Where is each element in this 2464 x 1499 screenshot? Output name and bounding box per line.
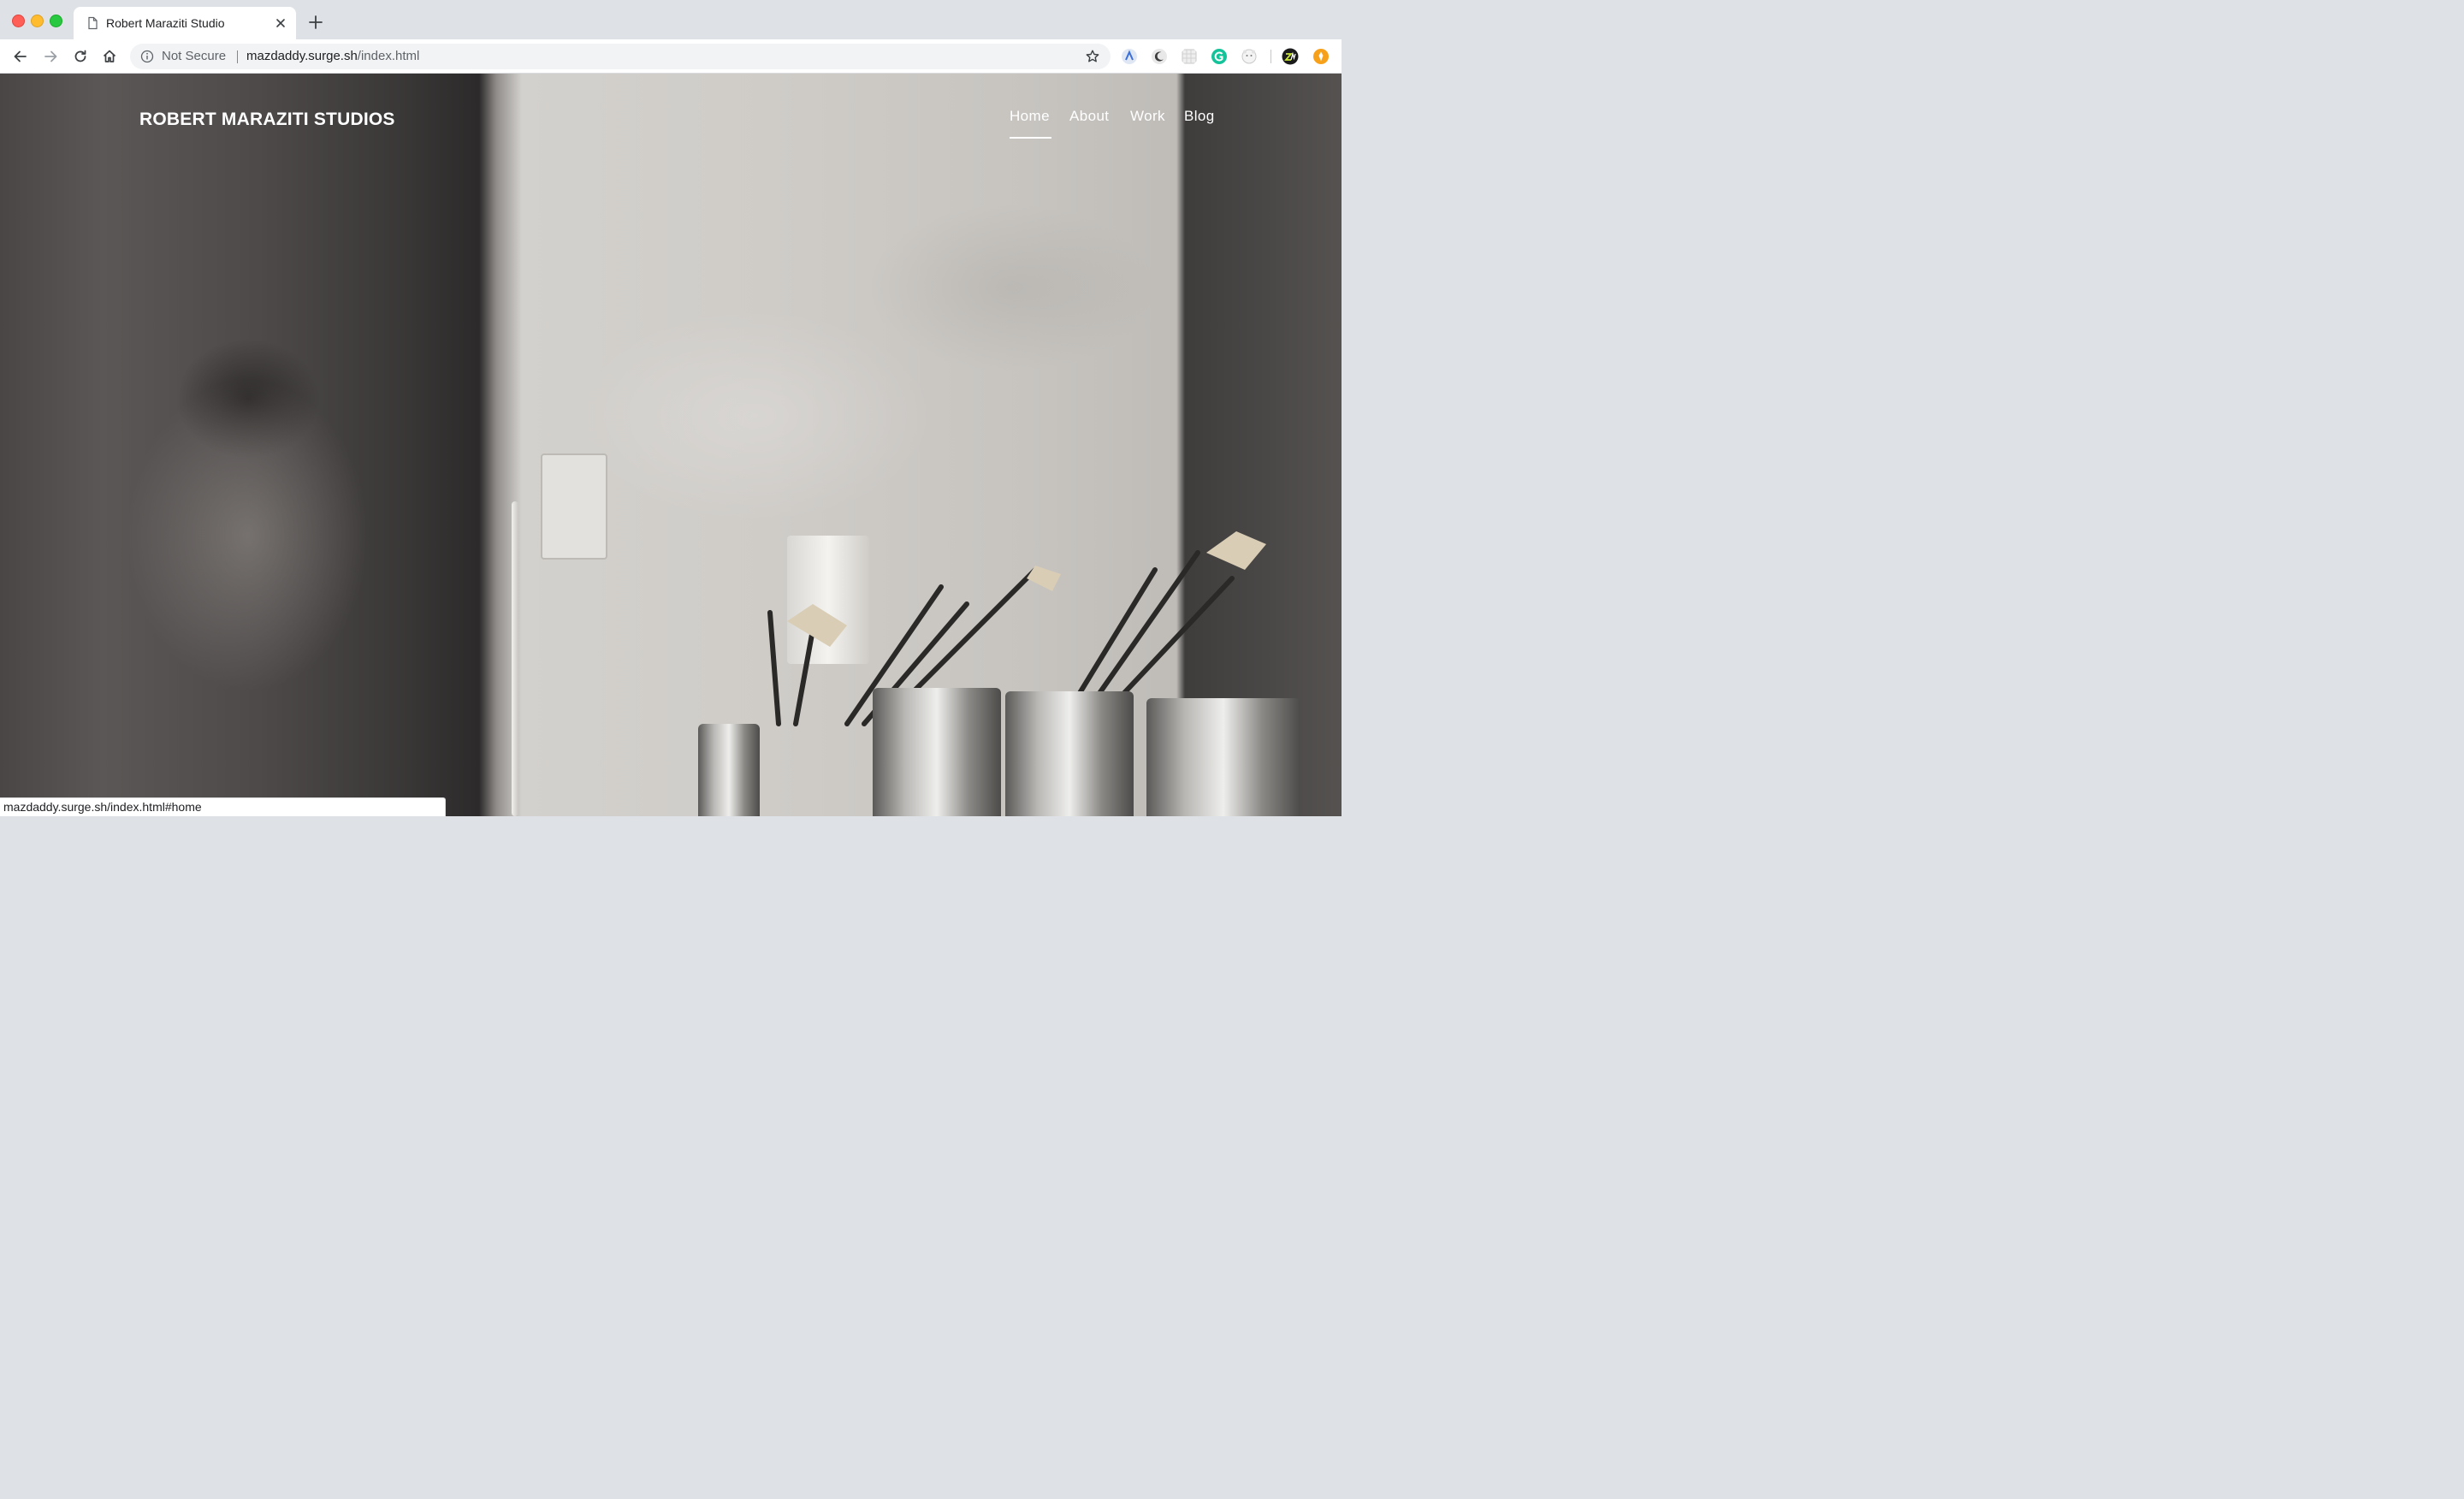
link-status-bar: mazdaddy.surge.sh/index.html#home: [0, 797, 446, 816]
browser-tab-active[interactable]: Robert Maraziti Studio: [74, 7, 296, 39]
status-url: mazdaddy.surge.sh/index.html#home: [3, 800, 202, 814]
url-text[interactable]: mazdaddy.surge.sh/index.html: [246, 49, 419, 63]
wall-outlet: [541, 453, 607, 560]
ext-grammarly-icon[interactable]: [1211, 48, 1228, 65]
hero-image: [0, 74, 1342, 816]
browser-toolbar: Not Secure mazdaddy.surge.sh/index.html: [0, 39, 1342, 74]
forward-icon[interactable]: [42, 48, 59, 65]
nav-home-link[interactable]: Home: [1010, 108, 1050, 125]
close-window-button[interactable]: [12, 15, 25, 27]
nav-blog-link[interactable]: Blog: [1184, 108, 1215, 125]
address-bar[interactable]: Not Secure mazdaddy.surge.sh/index.html: [130, 44, 1111, 69]
brush-holder-1: [873, 688, 1001, 816]
ext-moon-icon[interactable]: [1151, 48, 1168, 65]
power-cable: [512, 501, 518, 816]
brush-holder-3: [1146, 698, 1300, 816]
reload-icon[interactable]: [72, 48, 89, 65]
home-icon[interactable]: [101, 48, 118, 65]
page-icon: [88, 16, 98, 30]
brush-holder-2: [1005, 691, 1134, 816]
ext-blue-icon[interactable]: [1121, 48, 1138, 65]
ext-orange-icon[interactable]: [1312, 48, 1330, 65]
new-tab-icon[interactable]: [308, 15, 323, 30]
ext-bear-icon[interactable]: [1241, 48, 1258, 65]
extensions-divider: [1270, 50, 1271, 63]
nav-about-link[interactable]: About: [1069, 108, 1109, 125]
tab-title: Robert Maraziti Studio: [106, 16, 225, 30]
close-tab-icon[interactable]: [274, 16, 287, 30]
maximize-window-button[interactable]: [50, 15, 62, 27]
nav-work-link[interactable]: Work: [1130, 108, 1165, 125]
browser-tabstrip: Robert Maraziti Studio: [0, 0, 1342, 39]
minimize-window-button[interactable]: [31, 15, 44, 27]
back-icon[interactable]: [12, 48, 29, 65]
url-path: /index.html: [357, 49, 420, 63]
paint-can: [698, 724, 760, 816]
info-icon[interactable]: [140, 50, 154, 63]
site-brand[interactable]: ROBERT MARAZITI STUDIOS: [139, 110, 395, 130]
nav-active-indicator: [1010, 137, 1051, 139]
url-host: mazdaddy.surge.sh: [246, 49, 358, 63]
page-viewport: ROBERT MARAZITI STUDIOS Home About Work …: [0, 74, 1342, 816]
ext-grid-icon[interactable]: [1181, 48, 1198, 65]
bookmark-star-icon[interactable]: [1085, 49, 1100, 64]
ext-avatar-icon[interactable]: [1282, 48, 1299, 65]
omnibox-divider: [237, 50, 238, 63]
security-label: Not Secure: [162, 49, 227, 63]
